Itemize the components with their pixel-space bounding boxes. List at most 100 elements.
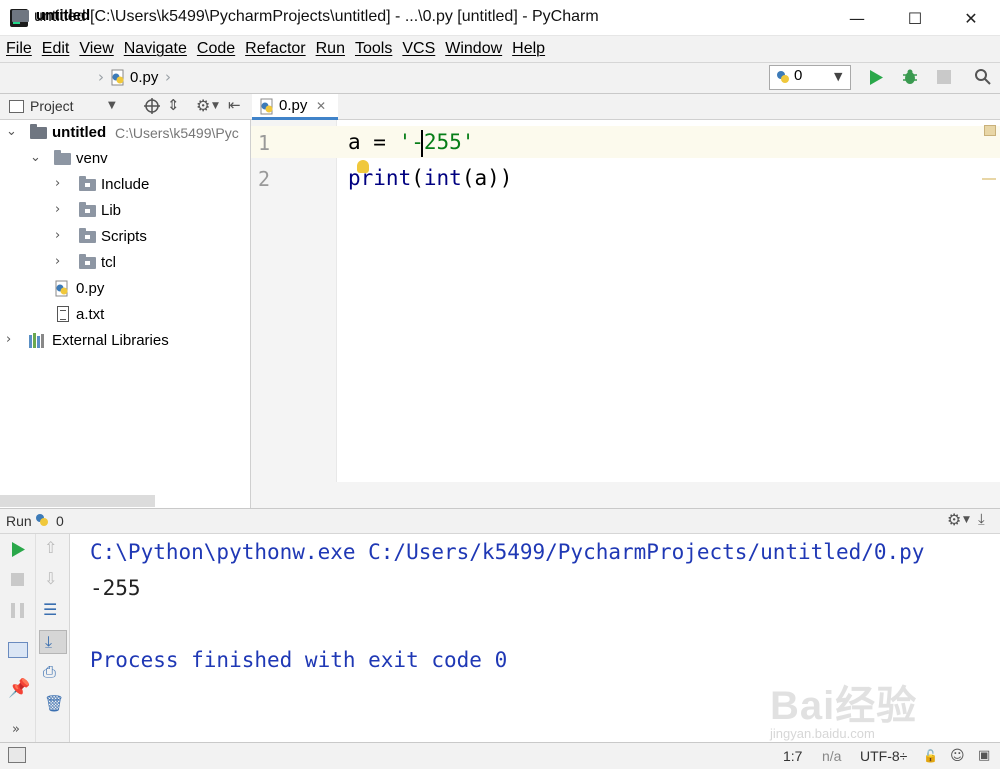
tree-item-tcl[interactable]: › tcl — [0, 250, 251, 276]
debug-icon[interactable] — [900, 67, 920, 87]
chevron-right-icon[interactable]: › — [55, 176, 60, 191]
tree-item-external-libraries[interactable]: › External Libraries — [0, 328, 251, 354]
hide-panel-icon[interactable]: ⇤ — [228, 96, 241, 114]
watermark-url: jingyan.baidu.com — [770, 726, 875, 741]
menu-window[interactable]: Window — [445, 40, 502, 58]
chevron-right-icon[interactable]: › — [55, 202, 60, 217]
python-config-icon — [777, 71, 789, 83]
tree-root-name: untitled — [52, 124, 107, 141]
menu-run[interactable]: Run — [316, 40, 345, 58]
restore-layout-icon[interactable] — [8, 642, 28, 658]
chevron-down-icon[interactable]: ▼ — [108, 100, 116, 111]
soft-wrap-icon[interactable]: ☰ — [43, 600, 57, 619]
chevron-right-icon[interactable]: › — [55, 228, 60, 243]
print-icon[interactable]: ⎙ — [43, 662, 56, 682]
tree-item-scripts[interactable]: › Scripts — [0, 224, 251, 250]
locate-file-icon[interactable] — [144, 98, 160, 114]
pause-icon[interactable] — [11, 603, 24, 618]
text-caret — [421, 130, 423, 157]
breadcrumb-project[interactable]: untitled — [36, 7, 90, 24]
more-actions-icon[interactable]: » — [12, 722, 20, 737]
scroll-to-end-icon: ⤓ — [45, 632, 53, 651]
menu-file[interactable]: File — [6, 40, 32, 58]
folder-icon — [79, 254, 96, 269]
lightbulb-icon[interactable] — [357, 160, 369, 173]
chevron-right-icon[interactable]: › — [6, 332, 11, 347]
chevron-down-icon[interactable]: ⌄ — [30, 150, 41, 165]
code-token: (a)) — [461, 166, 513, 190]
folder-icon — [79, 176, 96, 191]
menu-code[interactable]: Code — [197, 40, 235, 58]
menu-tools[interactable]: Tools — [355, 40, 392, 58]
menu-view[interactable]: View — [79, 40, 113, 58]
tree-root-path: C:\Users\k5499\Pyc — [115, 125, 239, 141]
collapse-all-icon[interactable]: ⇕ — [167, 96, 180, 114]
close-icon[interactable]: ✕ — [316, 99, 326, 113]
lock-icon[interactable]: 🔓 — [923, 749, 938, 763]
code-line-1[interactable]: a = '-255' — [348, 130, 474, 154]
rerun-icon[interactable] — [10, 541, 26, 558]
code-token: a = — [348, 130, 399, 154]
code-token: ( — [411, 166, 424, 190]
run-configuration-label: 0 — [794, 67, 803, 84]
menu-navigate[interactable]: Navigate — [124, 40, 187, 58]
menu-help[interactable]: Help — [512, 40, 545, 58]
run-toolbar-left — [0, 534, 36, 742]
minimize-button[interactable]: — — [828, 0, 886, 36]
inspector-icon[interactable]: ☺ — [950, 748, 965, 764]
chevron-down-icon[interactable]: ▼ — [212, 101, 219, 111]
tree-item-label: tcl — [101, 254, 116, 271]
python-file-icon — [260, 98, 273, 115]
gear-icon[interactable]: ⚙ — [196, 96, 210, 115]
event-log-icon[interactable]: ▣ — [978, 748, 990, 763]
tree-item-atxt[interactable]: a.txt — [0, 302, 251, 328]
breadcrumb-file[interactable]: 0.py — [130, 69, 158, 86]
pin-icon[interactable]: 📌 — [8, 678, 30, 699]
trash-icon[interactable]: 🗑 — [44, 694, 64, 713]
run-panel-title[interactable]: Run — [6, 513, 32, 529]
editor-line-marker — [982, 178, 996, 180]
stop-icon[interactable] — [11, 573, 24, 586]
code-line-2[interactable]: print(int(a)) — [348, 166, 512, 190]
menu-vcs[interactable]: VCS — [402, 40, 435, 58]
run-icon[interactable] — [868, 69, 884, 86]
tree-item-label: Scripts — [101, 228, 147, 245]
editor-tab-label: 0.py — [279, 97, 308, 114]
tree-item-include[interactable]: › Include — [0, 172, 251, 198]
maximize-button[interactable]: ☐ — [886, 0, 944, 36]
project-view-icon — [9, 100, 24, 113]
horizontal-scrollbar[interactable] — [0, 495, 155, 507]
scroll-to-end-button[interactable] — [39, 630, 67, 654]
chevron-right-icon[interactable]: › — [55, 254, 60, 269]
tool-windows-icon[interactable] — [8, 747, 26, 763]
tree-item-lib[interactable]: › Lib — [0, 198, 251, 224]
line-separator[interactable]: n/a — [822, 748, 841, 764]
close-window-button[interactable]: ✕ — [942, 0, 1000, 36]
menu-edit[interactable]: Edit — [42, 40, 70, 58]
console-stdout-line: -255 — [90, 576, 141, 600]
arrow-down-icon[interactable]: ⇩ — [44, 569, 57, 588]
project-panel-title[interactable]: Project — [30, 98, 74, 114]
search-icon[interactable] — [974, 68, 992, 86]
chevron-down-icon[interactable]: ⌄ — [6, 124, 17, 139]
file-encoding[interactable]: UTF-8÷ — [860, 748, 907, 764]
breadcrumb-separator: › — [98, 68, 104, 86]
caret-position[interactable]: 1:7 — [783, 748, 802, 764]
stop-icon[interactable] — [937, 70, 951, 84]
python-file-icon — [111, 69, 124, 86]
arrow-up-icon[interactable]: ⇧ — [44, 538, 57, 557]
gear-icon[interactable]: ⚙ — [947, 510, 961, 529]
editor-warning-marker[interactable] — [984, 125, 996, 136]
console-command-line: C:\Python\pythonw.exe C:/Users/k5499/Pyc… — [90, 540, 925, 564]
tree-item-label: Lib — [101, 202, 122, 219]
run-panel-config[interactable]: 0 — [56, 513, 64, 529]
watermark-logo: Bai经验 — [770, 684, 918, 728]
tree-item-label: Include — [101, 176, 150, 193]
menu-refactor[interactable]: Refactor — [245, 40, 305, 58]
chevron-down-icon[interactable]: ▼ — [963, 515, 970, 525]
text-file-icon — [57, 306, 69, 322]
tree-item-venv[interactable]: ⌄ venv — [0, 146, 251, 172]
tree-item-0py[interactable]: 0.py — [0, 276, 251, 302]
tree-item-root[interactable]: ⌄ untitled C:\Users\k5499\Pyc — [0, 120, 251, 146]
hide-panel-icon[interactable]: ⤓ — [978, 510, 985, 528]
